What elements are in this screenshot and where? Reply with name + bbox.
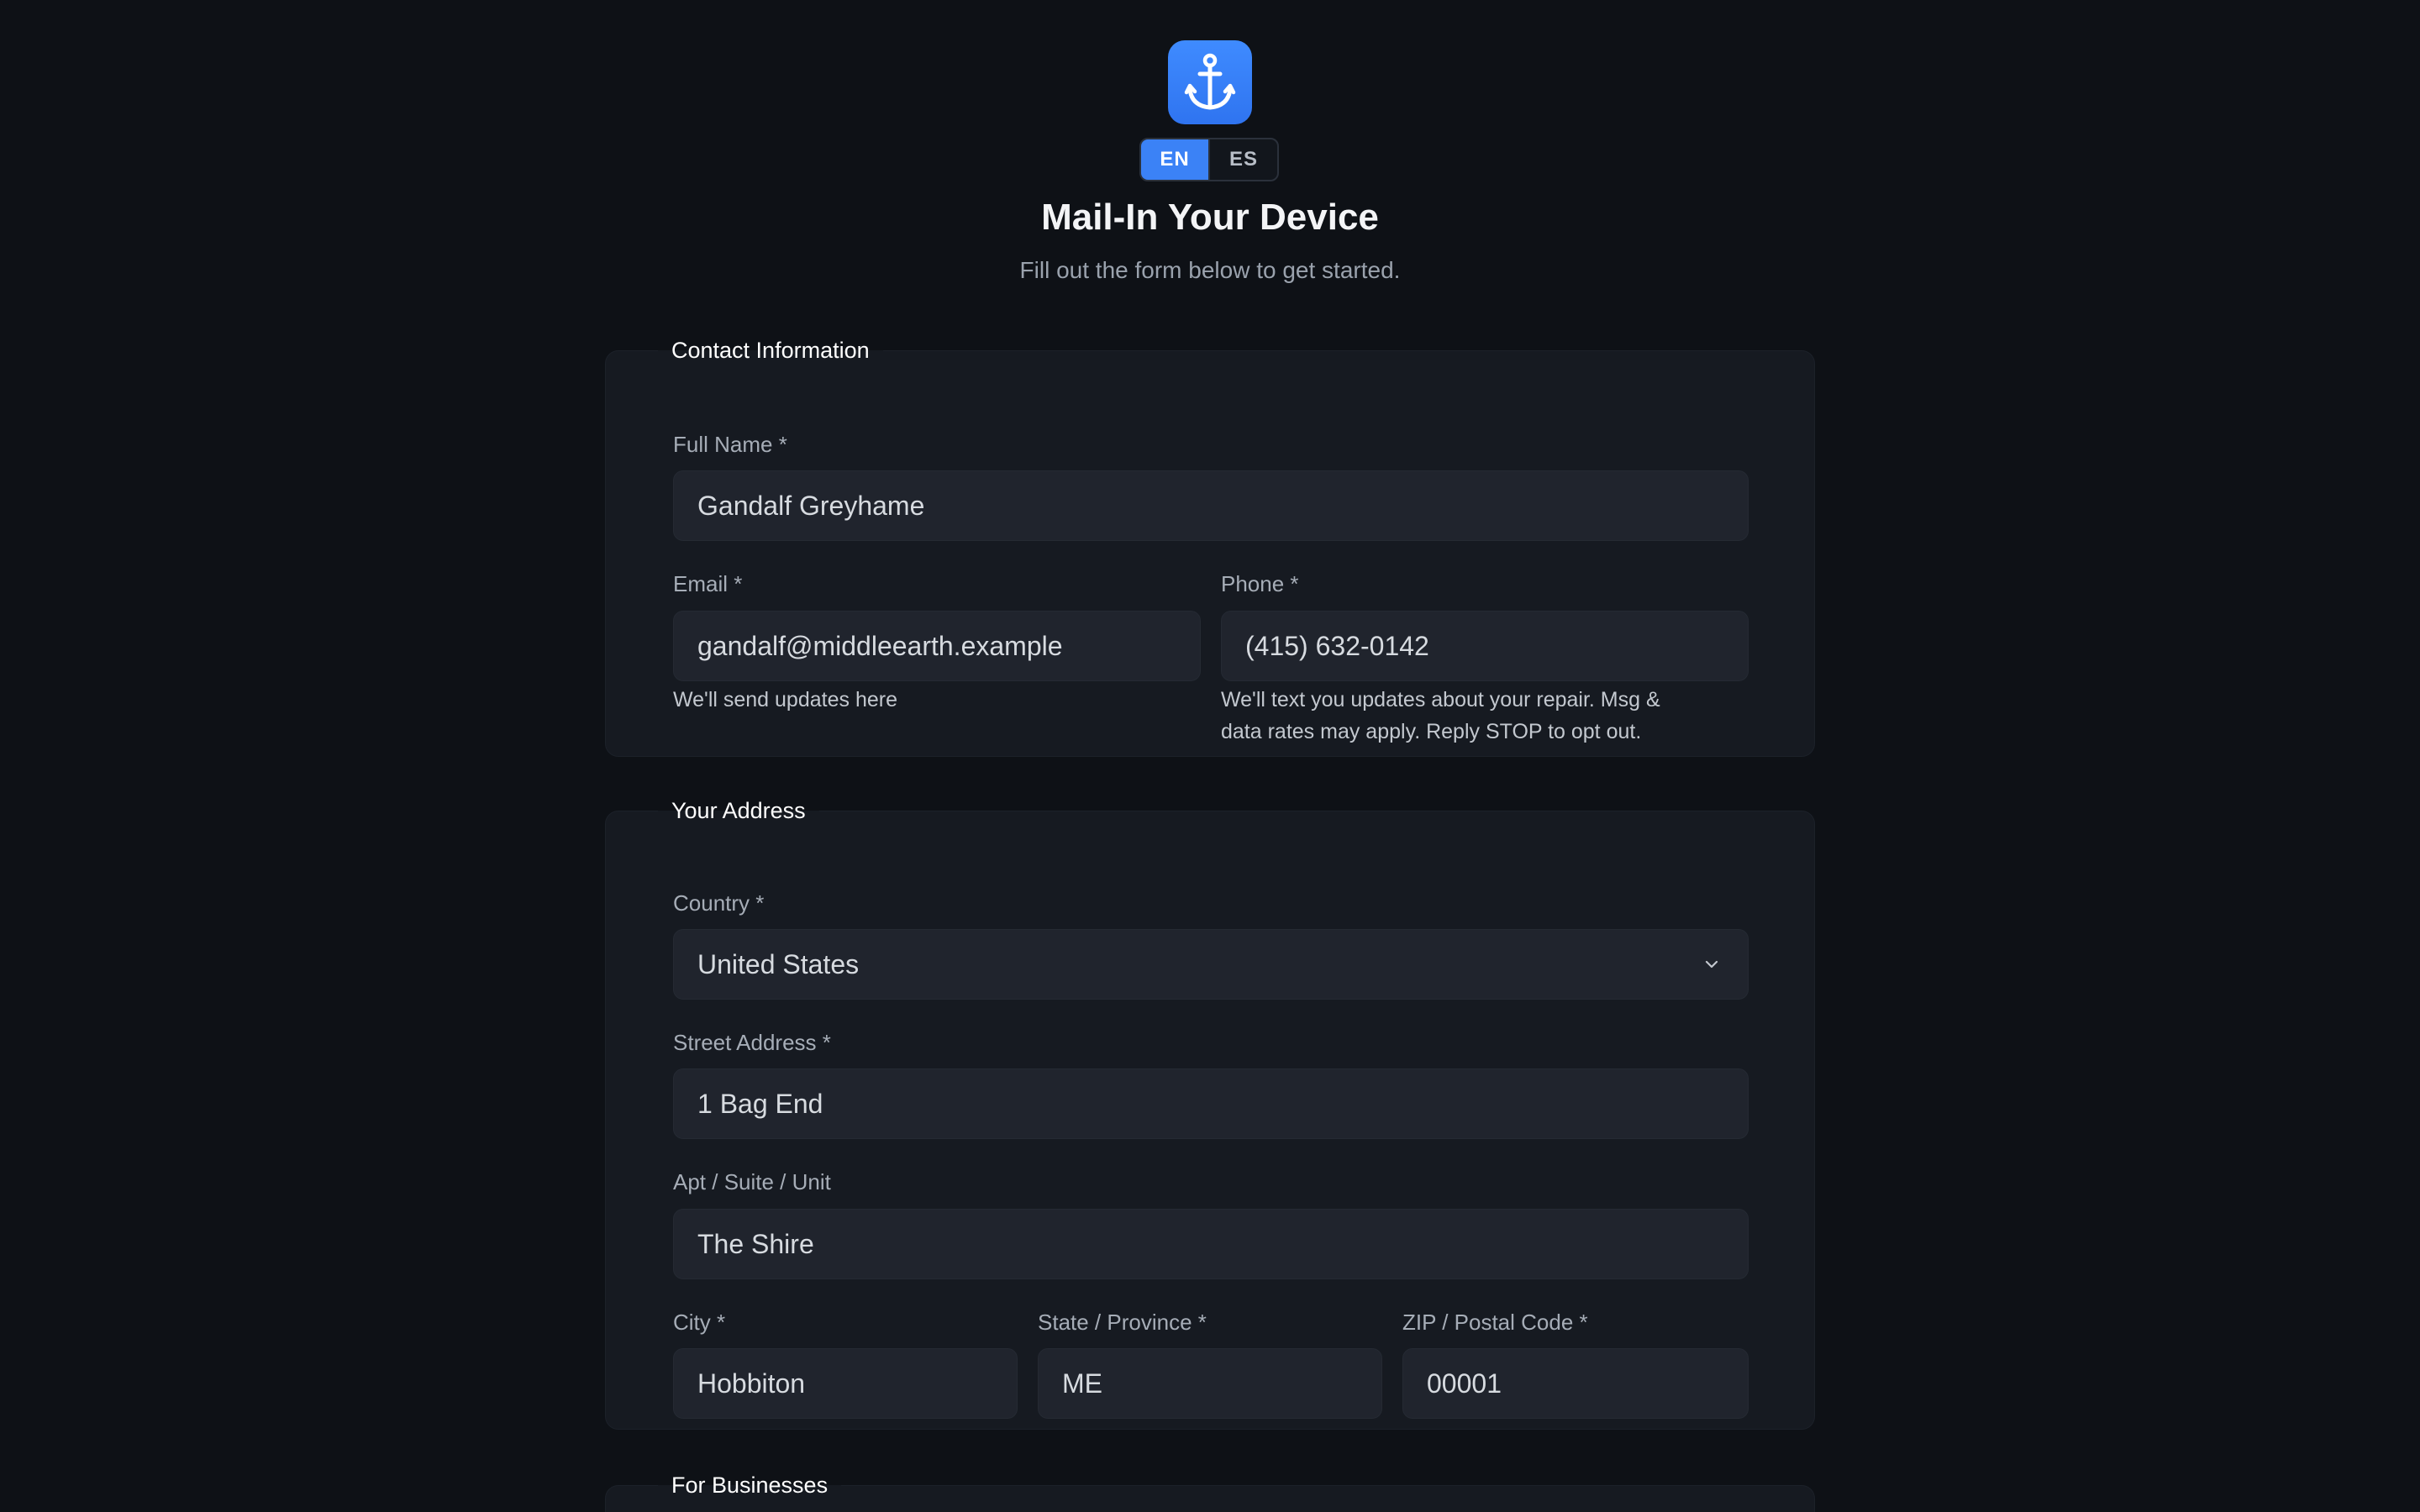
language-es-button[interactable]: ES — [1208, 139, 1277, 180]
email-hint: We'll send updates here — [673, 688, 897, 711]
apt-label: Apt / Suite / Unit — [673, 1169, 831, 1194]
page-subtitle: Fill out the form below to get started. — [1019, 257, 1401, 283]
full-name-label: Full Name * — [673, 432, 787, 457]
street-address-label: Street Address * — [673, 1030, 831, 1055]
language-toggle: EN ES — [1139, 138, 1279, 181]
for-businesses-legend: For Businesses — [671, 1473, 829, 1498]
anchor-icon — [1184, 53, 1236, 110]
phone-label: Phone * — [1221, 571, 1299, 596]
state-label: State / Province * — [1038, 1310, 1207, 1335]
your-address-legend: Your Address — [671, 798, 806, 823]
apt-input[interactable]: The Shire — [673, 1209, 1749, 1279]
zip-input[interactable]: 00001 — [1402, 1348, 1749, 1419]
country-select[interactable]: United States — [673, 929, 1749, 1000]
country-label: Country * — [673, 890, 765, 916]
state-input[interactable]: ME — [1038, 1348, 1382, 1419]
contact-information-legend: Contact Information — [671, 338, 870, 363]
email-input[interactable]: gandalf@middleearth.example — [673, 611, 1201, 681]
street-address-input[interactable]: 1 Bag End — [673, 1068, 1749, 1139]
language-en-button[interactable]: EN — [1141, 139, 1208, 180]
email-label: Email * — [673, 571, 743, 596]
contact-information-section: Contact Information Full Name * Gandalf … — [605, 338, 1815, 757]
zip-label: ZIP / Postal Code * — [1402, 1310, 1588, 1335]
city-input[interactable]: Hobbiton — [673, 1348, 1018, 1419]
for-businesses-section: For Businesses — [605, 1473, 1815, 1512]
country-select-value: United States — [697, 948, 860, 979]
page: EN ES Mail-In Your Device Fill out the f… — [0, 0, 2420, 1512]
phone-hint-line2: data rates may apply. Reply STOP to opt … — [1221, 720, 1642, 743]
city-label: City * — [673, 1310, 726, 1335]
full-name-input[interactable]: Gandalf Greyhame — [673, 470, 1749, 541]
chevron-down-icon — [1705, 960, 1718, 969]
page-title: Mail-In Your Device — [1041, 197, 1379, 238]
your-address-section: Your Address Country * United States Str… — [605, 798, 1815, 1430]
app-logo — [1168, 40, 1252, 124]
phone-input[interactable]: (415) 632-0142 — [1221, 611, 1749, 681]
phone-hint-line1: We'll text you updates about your repair… — [1221, 688, 1660, 711]
